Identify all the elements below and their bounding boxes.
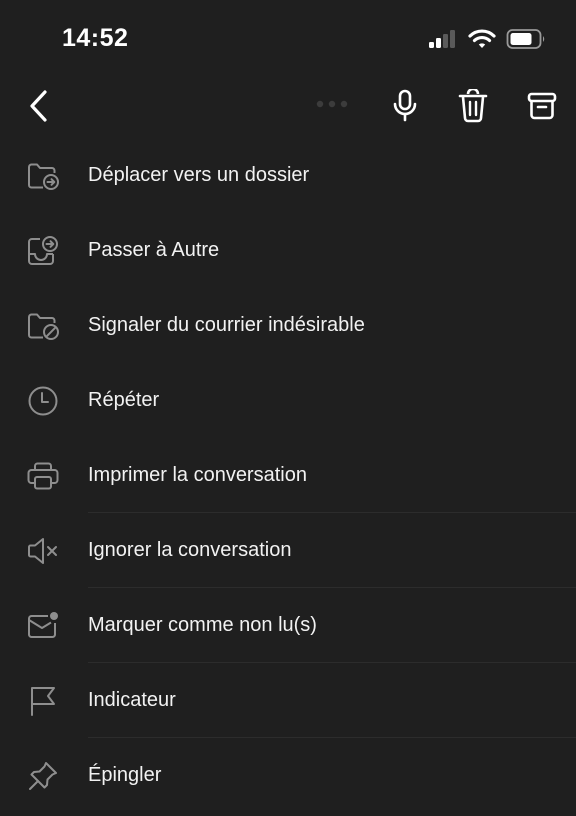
pin-icon <box>26 759 60 793</box>
trash-icon <box>458 89 488 123</box>
status-time: 14:52 <box>62 24 129 52</box>
menu-item-move-to-folder[interactable]: Déplacer vers un dossier <box>0 138 576 213</box>
archive-button[interactable] <box>524 86 560 126</box>
menu-item-label: Passer à Autre <box>88 239 220 261</box>
printer-icon <box>26 459 60 493</box>
menu-item-label: Déplacer vers un dossier <box>88 164 310 186</box>
flag-icon <box>26 684 60 718</box>
menu-item-report-junk[interactable]: Signaler du courrier indésirable <box>0 288 576 363</box>
chevron-left-icon <box>27 89 49 123</box>
battery-icon <box>506 28 546 50</box>
menu-item-flag[interactable]: Indicateur <box>0 663 576 738</box>
clock-icon <box>26 384 60 418</box>
folder-move-icon <box>26 159 60 193</box>
menu-item-move-to-other[interactable]: Passer à Autre <box>0 213 576 288</box>
wifi-icon <box>468 28 496 50</box>
status-icons <box>428 26 546 52</box>
dictate-button[interactable] <box>388 86 422 126</box>
menu-item-label: Indicateur <box>88 689 176 711</box>
toolbar <box>0 78 576 134</box>
menu-item-label: Ignorer la conversation <box>88 539 292 561</box>
menu-item-label: Répéter <box>88 389 160 411</box>
menu-item-ignore[interactable]: Ignorer la conversation <box>0 513 576 588</box>
mail-unread-icon <box>26 609 60 643</box>
menu-item-print[interactable]: Imprimer la conversation <box>0 438 576 513</box>
cellular-signal-icon <box>428 29 458 49</box>
back-button[interactable] <box>22 86 54 126</box>
menu-item-pin[interactable]: Épingler <box>0 738 576 813</box>
status-bar: 14:52 <box>0 0 576 78</box>
conversation-actions-menu: Déplacer vers un dossier Passer à Autre … <box>0 138 576 813</box>
menu-item-label: Épingler <box>88 764 162 786</box>
microphone-icon <box>392 89 418 123</box>
delete-button[interactable] <box>456 86 490 126</box>
menu-item-label: Marquer comme non lu(s) <box>88 614 317 636</box>
menu-item-label: Signaler du courrier indésirable <box>88 314 365 336</box>
menu-item-label: Imprimer la conversation <box>88 464 307 486</box>
menu-item-mark-unread[interactable]: Marquer comme non lu(s) <box>0 588 576 663</box>
more-dots-icon <box>314 99 350 109</box>
speaker-mute-icon <box>26 534 60 568</box>
inbox-move-icon <box>26 234 60 268</box>
folder-block-icon <box>26 309 60 343</box>
more-button[interactable] <box>312 94 352 114</box>
menu-item-snooze[interactable]: Répéter <box>0 363 576 438</box>
archive-icon <box>527 91 557 121</box>
